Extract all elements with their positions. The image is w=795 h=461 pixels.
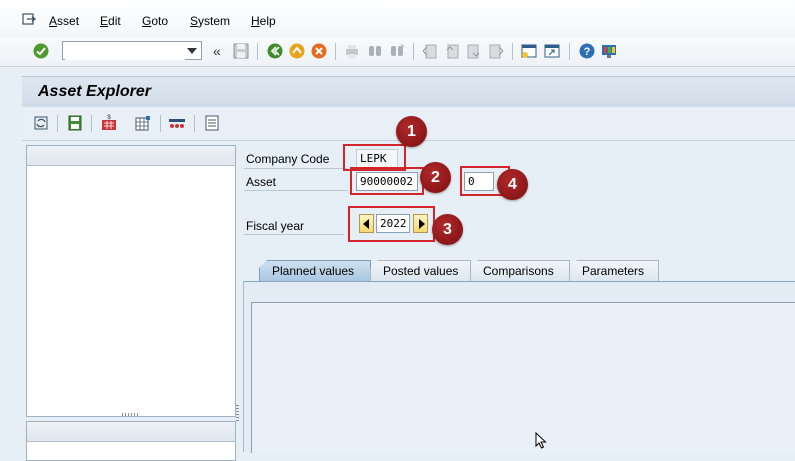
menu-accelerator: A bbox=[49, 14, 58, 28]
mouse-pointer-icon bbox=[535, 432, 547, 449]
toolbar-separator bbox=[57, 115, 58, 132]
customize-layout-icon[interactable] bbox=[600, 42, 618, 60]
exit-yellow-icon[interactable] bbox=[288, 42, 306, 60]
cancel-icon[interactable] bbox=[310, 42, 328, 60]
menu-accelerator: H bbox=[251, 14, 260, 28]
callout-badge: 4 bbox=[497, 169, 528, 200]
find-next-icon[interactable] bbox=[388, 42, 406, 60]
label-underline bbox=[244, 168, 348, 169]
menu-edit[interactable]: Edit bbox=[100, 14, 121, 28]
label-underline bbox=[244, 190, 348, 191]
tab-posted-values[interactable]: Posted values bbox=[370, 260, 471, 281]
find-icon[interactable] bbox=[366, 42, 384, 60]
toolbar-separator bbox=[512, 43, 513, 60]
command-input[interactable] bbox=[65, 43, 185, 60]
object-list-panel[interactable] bbox=[26, 421, 236, 461]
toolbar-separator bbox=[335, 43, 336, 60]
save-layout-icon[interactable] bbox=[66, 114, 84, 132]
asset-label: Asset bbox=[246, 175, 277, 189]
table-icon[interactable] bbox=[134, 114, 152, 132]
standard-toolbar: « ? bbox=[0, 38, 795, 67]
print-icon[interactable] bbox=[343, 42, 361, 60]
toolbar-separator bbox=[413, 43, 414, 60]
tab-comparisons[interactable]: Comparisons bbox=[470, 260, 570, 281]
menu-asset[interactable]: Asset bbox=[49, 14, 79, 28]
exit-icon[interactable] bbox=[22, 13, 36, 25]
title-bar: Asset Explorer bbox=[22, 76, 795, 108]
page-title: Asset Explorer bbox=[38, 83, 151, 100]
shortcut-icon[interactable] bbox=[543, 42, 561, 60]
asset-tree-panel[interactable] bbox=[26, 145, 236, 417]
toolbar-separator bbox=[194, 115, 195, 132]
chevron-down-icon[interactable] bbox=[187, 48, 197, 54]
callout-badge: 3 bbox=[432, 214, 463, 245]
toolbar-separator bbox=[257, 43, 258, 60]
label-underline bbox=[244, 234, 344, 235]
help-icon[interactable]: ? bbox=[578, 42, 596, 60]
menu-bar: Asset Edit Goto System Help bbox=[0, 0, 795, 38]
callout-box-fiscal-year bbox=[348, 206, 435, 242]
object-list-header bbox=[27, 422, 235, 442]
command-field[interactable] bbox=[62, 41, 202, 60]
chain-icon[interactable] bbox=[168, 114, 186, 132]
menu-accelerator: S bbox=[190, 14, 199, 28]
create-session-icon[interactable] bbox=[520, 42, 538, 60]
refresh-icon[interactable] bbox=[32, 114, 50, 132]
menu-goto[interactable]: Goto bbox=[142, 14, 168, 28]
last-page-icon[interactable] bbox=[487, 42, 505, 60]
calculator-icon[interactable]: $ bbox=[100, 114, 118, 132]
values-display-area bbox=[251, 302, 795, 453]
company-code-label: Company Code bbox=[246, 152, 330, 166]
asset-tree-header bbox=[27, 146, 235, 166]
menu-accelerator: E bbox=[100, 14, 109, 28]
tab-parameters[interactable]: Parameters bbox=[569, 260, 659, 281]
menu-help[interactable]: Help bbox=[251, 14, 276, 28]
menu-accelerator: G bbox=[142, 14, 152, 28]
expand-command-icon[interactable]: « bbox=[213, 43, 221, 59]
toolbar-separator bbox=[160, 115, 161, 132]
fiscal-year-label: Fiscal year bbox=[246, 219, 305, 233]
tab-planned-values[interactable]: Planned values bbox=[259, 260, 371, 281]
vertical-splitter-handle[interactable] bbox=[236, 405, 239, 423]
callout-badge: 2 bbox=[420, 162, 451, 193]
splitter-handle[interactable] bbox=[122, 413, 140, 416]
save-icon[interactable] bbox=[232, 42, 250, 60]
enter-check-icon[interactable] bbox=[32, 42, 50, 60]
tab-strip: Planned values Posted values Comparisons… bbox=[243, 260, 795, 281]
toolbar-separator bbox=[91, 115, 92, 132]
toolbar-separator bbox=[569, 43, 570, 60]
menu-system[interactable]: System bbox=[190, 14, 230, 28]
callout-box-asset bbox=[350, 167, 424, 195]
svg-text:?: ? bbox=[584, 46, 591, 58]
list-icon[interactable] bbox=[203, 114, 221, 132]
first-page-icon[interactable] bbox=[421, 42, 439, 60]
next-page-icon[interactable] bbox=[465, 42, 483, 60]
callout-badge: 1 bbox=[396, 116, 427, 147]
back-icon[interactable] bbox=[266, 42, 284, 60]
previous-page-icon[interactable] bbox=[443, 42, 461, 60]
